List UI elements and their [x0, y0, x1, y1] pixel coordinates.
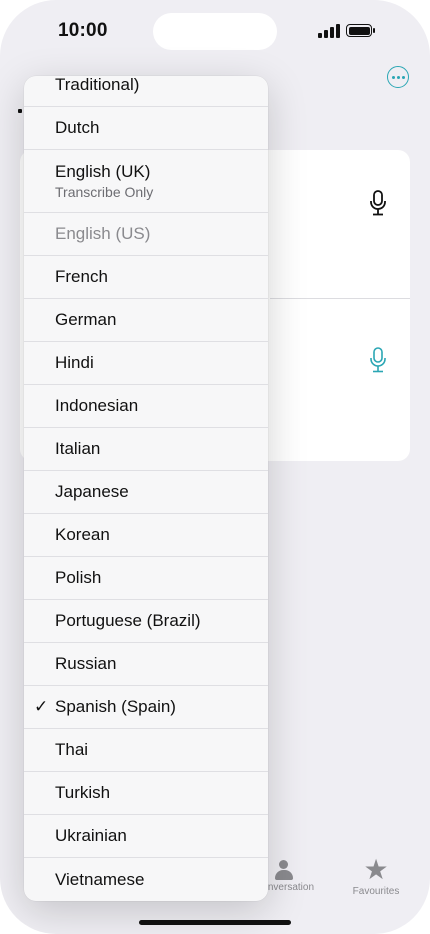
tab-favourites-label: Favourites: [352, 886, 400, 897]
language-option-label: Thai: [55, 740, 89, 759]
microphone-icon[interactable]: [369, 347, 387, 373]
language-option-label: French: [55, 267, 108, 286]
language-option-label: Traditional): [55, 76, 140, 94]
language-option[interactable]: Polish: [24, 557, 268, 600]
microphone-icon[interactable]: [369, 190, 387, 216]
language-option[interactable]: Hindi: [24, 342, 268, 385]
language-option[interactable]: Italian: [24, 428, 268, 471]
language-option-label: Indonesian: [55, 396, 139, 415]
language-option-sublabel: Transcribe Only: [55, 184, 154, 200]
language-option-label: English (UK): [55, 162, 151, 181]
language-option[interactable]: Korean: [24, 514, 268, 557]
language-option[interactable]: Traditional): [24, 76, 268, 107]
title-fragment: [18, 109, 22, 113]
language-option[interactable]: Indonesian: [24, 385, 268, 428]
language-option[interactable]: Thai: [24, 729, 268, 772]
language-option[interactable]: English (UK) Transcribe Only: [24, 150, 268, 213]
signal-icon: [318, 24, 340, 38]
language-option-label: Vietnamese: [55, 869, 145, 889]
battery-icon: [346, 24, 375, 37]
language-option-label: Korean: [55, 525, 110, 544]
language-option[interactable]: Ukrainian: [24, 815, 268, 858]
language-option-label: Portuguese (Brazil): [55, 611, 201, 630]
person-icon: [273, 858, 295, 880]
language-option-label: Russian: [55, 654, 117, 673]
language-option[interactable]: ✓ Spanish (Spain): [24, 686, 268, 729]
language-menu[interactable]: Traditional) Dutch English (UK) Transcribe …: [24, 76, 268, 901]
status-time: 10:00: [58, 20, 108, 41]
language-option-label: Dutch: [55, 118, 100, 137]
language-option[interactable]: Vietnamese: [24, 858, 268, 901]
dynamic-island: [153, 13, 277, 50]
language-option-label: Spanish (Spain): [55, 697, 176, 716]
language-option[interactable]: Russian: [24, 643, 268, 686]
language-option[interactable]: German: [24, 299, 268, 342]
language-option-label: Italian: [55, 439, 101, 458]
phone-screen: 10:00 Conversation ★ Favourites Traditio…: [0, 0, 430, 934]
language-option-label: Polish: [55, 568, 102, 587]
card-divider: [270, 298, 410, 299]
language-option[interactable]: Dutch: [24, 107, 268, 150]
language-option-label: Japanese: [55, 482, 129, 501]
language-option[interactable]: French: [24, 256, 268, 299]
more-icon[interactable]: [387, 66, 409, 88]
language-option[interactable]: Portuguese (Brazil): [24, 600, 268, 643]
star-icon: ★: [363, 854, 389, 885]
language-option[interactable]: Japanese: [24, 471, 268, 514]
language-option: English (US): [24, 213, 268, 256]
tab-favourites[interactable]: ★ Favourites: [344, 854, 408, 898]
language-option[interactable]: Turkish: [24, 772, 268, 815]
language-option-label: English (US): [55, 224, 151, 243]
language-option-label: Turkish: [55, 783, 111, 802]
language-option-label: German: [55, 310, 117, 329]
home-indicator: [139, 920, 291, 925]
checkmark-icon: ✓: [34, 697, 49, 716]
language-option-label: Hindi: [55, 353, 94, 372]
language-option-label: Ukrainian: [55, 826, 127, 845]
language-menu-list: Traditional) Dutch English (UK) Transcribe …: [24, 76, 268, 901]
